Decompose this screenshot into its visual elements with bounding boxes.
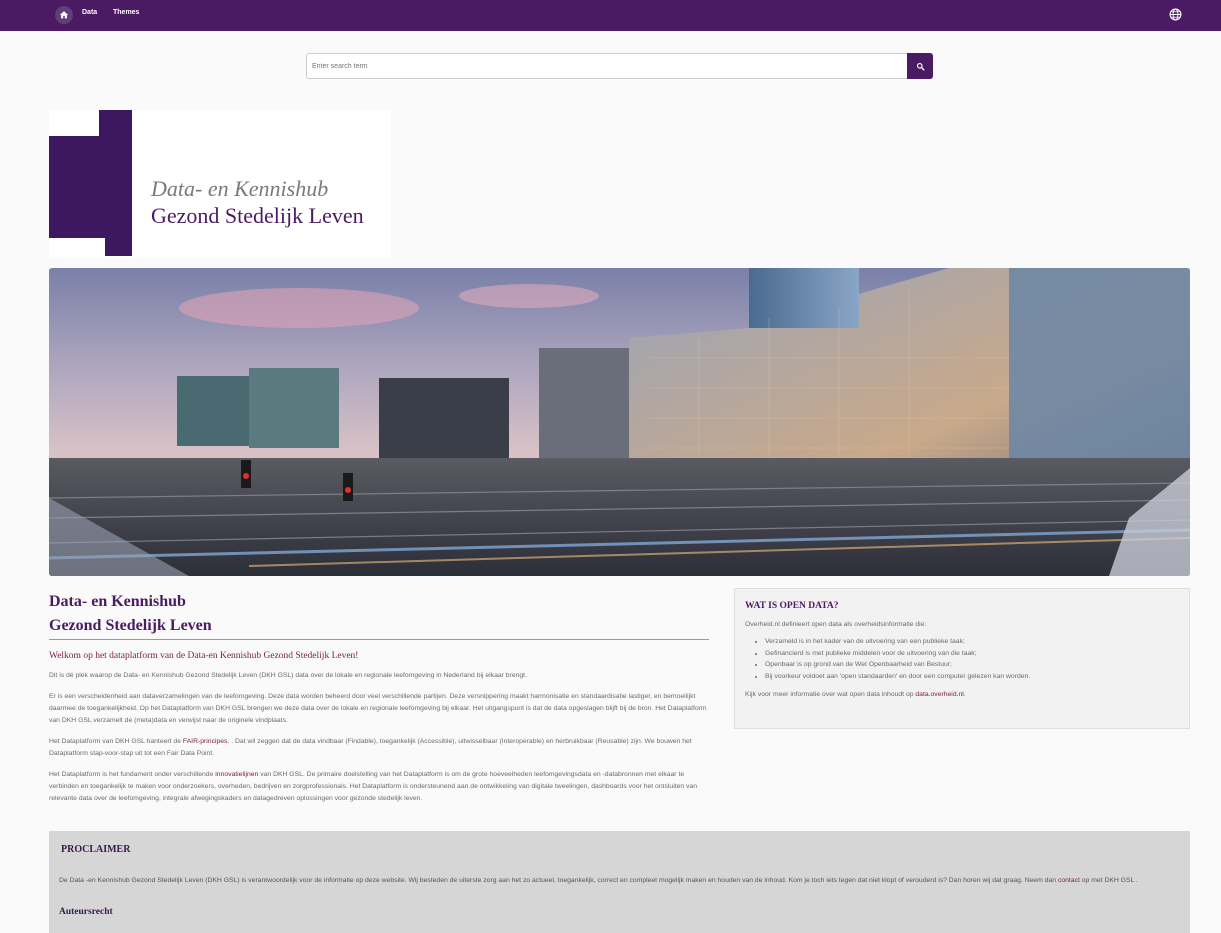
title-divider xyxy=(49,639,709,640)
page-title-line-1: Data- en Kennishub xyxy=(49,593,186,610)
page-title: Data- en Kennishub Gezond Stedelijk Leve… xyxy=(49,590,709,638)
site-logo[interactable]: Data- en Kennishub Gezond Stedelijk Leve… xyxy=(49,110,391,258)
fundament-text-before: Het Dataplatform is het fundament onder … xyxy=(49,771,216,778)
open-data-footer-text: Kijk voor meer informatie over wat open … xyxy=(745,691,916,698)
open-data-intro: Overheid.nl definieert open data als ove… xyxy=(745,621,927,628)
nav-link-data[interactable]: Data xyxy=(82,9,97,16)
fundament-paragraph: Het Dataplatform is het fundament onder … xyxy=(49,769,709,805)
data-overheid-link[interactable]: data.overheid.nl xyxy=(915,691,963,698)
search-input[interactable] xyxy=(306,53,907,79)
open-data-list: Verzameld is in het kader van de uitvoer… xyxy=(765,636,1179,682)
auteursrecht-heading: Auteursrecht xyxy=(59,907,113,917)
hero-image xyxy=(49,268,1190,576)
nav-link-themes[interactable]: Themes xyxy=(113,9,139,16)
globe-icon[interactable] xyxy=(1169,8,1182,21)
open-data-footer-end: . xyxy=(963,691,966,698)
search-button[interactable] xyxy=(907,53,933,79)
data-paragraph: Er is een verscheidenheid aan dataverzam… xyxy=(49,693,707,724)
logo-line-2: Gezond Stedelijk Leven xyxy=(151,203,364,228)
home-button[interactable] xyxy=(55,6,73,24)
fair-text-before: Het Dataplatform van DKH GSL hanteert de xyxy=(49,738,183,745)
open-data-footer: Kijk voor meer informatie over wat open … xyxy=(745,691,1179,698)
logo-line-1: Data- en Kennishub xyxy=(151,176,329,201)
search-bar xyxy=(306,53,933,79)
open-data-title: WAT IS OPEN DATA? xyxy=(745,601,839,611)
search-icon xyxy=(916,62,925,71)
fair-paragraph: Het Dataplatform van DKH GSL hanteert de… xyxy=(49,736,709,760)
list-item: Gefinancierd is met publieke middelen vo… xyxy=(765,648,1179,660)
proclaimer-text: De Data -en Kennishub Gezond Stedelijk L… xyxy=(59,877,1138,884)
top-navigation-bar: Data Themes xyxy=(0,0,1221,31)
home-icon xyxy=(59,11,69,19)
proclaimer-title: PROCLAIMER xyxy=(61,844,131,855)
proclaimer-text-body: De Data -en Kennishub Gezond Stedelijk L… xyxy=(59,877,1058,884)
list-item: Verzameld is in het kader van de uitvoer… xyxy=(765,636,1179,648)
intro-paragraph: Dit is dé plek waarop de Data- en Kennis… xyxy=(49,672,527,679)
proclaimer-text-end: op met DKH GSL . xyxy=(1079,877,1138,884)
page-title-line-2: Gezond Stedelijk Leven xyxy=(49,617,212,634)
list-item: Openbaar is op grond van de Wet Openbaar… xyxy=(765,659,1179,671)
logo-cross-shape xyxy=(49,110,132,256)
contact-link[interactable]: contact xyxy=(1058,877,1080,884)
open-data-info-box: WAT IS OPEN DATA? Overheid.nl definieert… xyxy=(734,588,1190,729)
innovatielijnen-link[interactable]: innovatielijnen xyxy=(215,771,258,778)
main-content: Data- en Kennishub Gezond Stedelijk Leve… xyxy=(49,590,709,805)
fair-principes-link[interactable]: FAIR-principes xyxy=(183,738,228,745)
welcome-heading: Welkom op het dataplatform van de Data-e… xyxy=(49,651,359,661)
list-item: Bij voorkeur voldoet aan 'open standaard… xyxy=(765,671,1179,683)
proclaimer-section: PROCLAIMER De Data -en Kennishub Gezond … xyxy=(49,831,1190,933)
